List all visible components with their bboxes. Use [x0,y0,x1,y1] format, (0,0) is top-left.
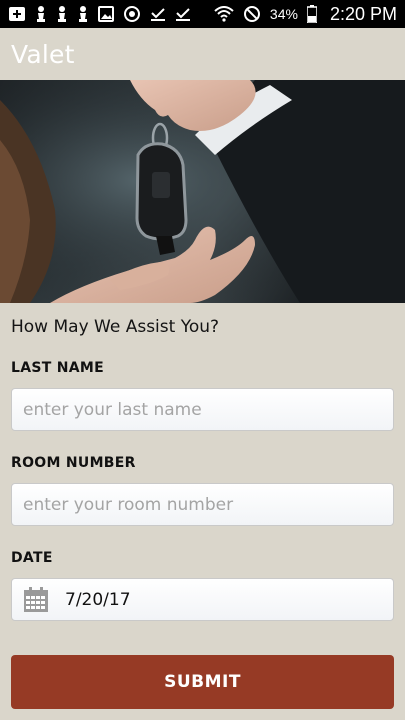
chess-pawn-icon [56,5,68,23]
chess-pawn-icon [77,5,89,23]
battery-icon [306,5,317,23]
room-number-input[interactable] [11,483,394,526]
battery-percent: 34% [269,6,298,22]
checkbox-icon [175,6,191,22]
add-box-icon [8,6,26,22]
checkbox-icon [150,6,166,22]
sync-icon [123,5,141,23]
image-icon [98,6,114,22]
wifi-icon [214,6,234,22]
room-number-label: ROOM NUMBER [11,455,136,471]
form-heading: How May We Assist You? [11,317,220,337]
last-name-label: LAST NAME [11,360,105,376]
do-not-disturb-icon [243,5,261,23]
status-left-icons [8,5,191,23]
date-value: 7/20/17 [65,589,131,610]
last-name-input[interactable] [11,388,394,431]
app-bar: Valet [0,28,405,80]
clock: 2:20 PM [329,3,397,24]
submit-button[interactable]: SUBMIT [11,655,394,709]
calendar-icon [23,586,49,613]
status-right-icons: 34% 2:20 PM [214,4,397,25]
date-label: DATE [11,550,53,566]
car-key-photo [0,80,405,303]
date-field[interactable]: 7/20/17 [11,578,394,621]
page-title: Valet [11,39,75,69]
hero-image [0,80,405,303]
status-bar: 34% 2:20 PM [0,0,405,28]
chess-pawn-icon [35,5,47,23]
